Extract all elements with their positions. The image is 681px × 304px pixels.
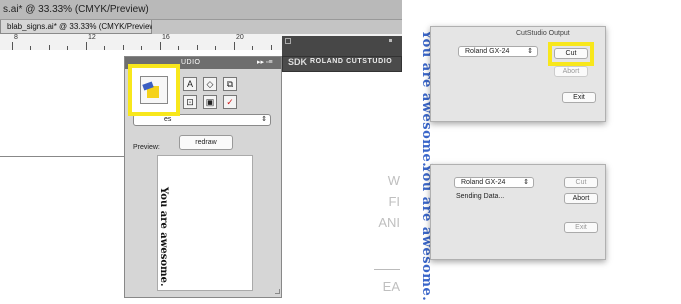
- ruler-tick: [160, 42, 161, 50]
- tool-resize-icon[interactable]: ⊡: [183, 95, 197, 109]
- frame-icon[interactable]: ▣: [203, 95, 217, 109]
- art-line: FI: [388, 194, 400, 209]
- select-arrow-icon: ⇕: [523, 179, 529, 186]
- ruler-number: 8: [14, 34, 18, 41]
- artwork-text: W FI ANI EA: [370, 170, 400, 297]
- art-line: ANI: [378, 215, 400, 230]
- dark-panel-header: [282, 36, 402, 56]
- resize-grip-icon[interactable]: [275, 289, 280, 294]
- cutstudio-plugin-icon: [140, 76, 168, 104]
- sdk-panel-title: ROLAND CUTSTUDIO: [310, 58, 393, 65]
- abort-button[interactable]: Abort: [554, 66, 588, 77]
- document-tab[interactable]: blab_signs.ai* @ 33.33% (CMYK/Preview): [0, 20, 158, 34]
- redraw-button[interactable]: redraw: [179, 135, 233, 150]
- ruler-number: 20: [236, 34, 244, 41]
- preview-label: Preview:: [133, 144, 160, 151]
- window-title: s.ai* @ 33.33% (CMYK/Preview): [0, 0, 402, 20]
- device-select-value: Roland GX-24: [465, 48, 510, 55]
- ruler-number: 16: [162, 34, 170, 41]
- device-select[interactable]: Roland GX-24 ⇕: [458, 46, 538, 57]
- panel-menu-icon[interactable]: ▸▸ ▫≡: [257, 57, 273, 69]
- select-arrow-icon: ⇕: [261, 116, 267, 123]
- dialog-title: CutStudio Output: [516, 30, 570, 37]
- cut-highlight: [548, 42, 594, 66]
- status-text: Sending Data...: [456, 193, 505, 200]
- ruler-tick: [12, 42, 13, 50]
- cut-button-disabled[interactable]: Cut: [564, 177, 598, 188]
- diamond-icon[interactable]: ◇: [203, 77, 217, 91]
- ruler-number: 12: [88, 34, 96, 41]
- exit-button[interactable]: Exit: [562, 92, 596, 103]
- tool-a-icon[interactable]: A: [183, 77, 197, 91]
- select-arrow-icon: ⇕: [527, 48, 533, 55]
- sdk-logo: SDK: [288, 57, 308, 67]
- preview-text: You are awesome.: [158, 187, 169, 287]
- tab-strip: [152, 20, 402, 35]
- cutstudio-plugin-button[interactable]: [128, 64, 180, 116]
- shapes-icon[interactable]: ⧉: [223, 77, 237, 91]
- checkmark-icon[interactable]: ✓: [223, 95, 237, 109]
- ruler-tick: [86, 42, 87, 50]
- art-line: EA: [382, 279, 400, 294]
- panel-collapse-icon[interactable]: [389, 39, 392, 42]
- panel-close-icon[interactable]: [285, 38, 291, 44]
- art-line: W: [387, 173, 400, 188]
- abort-button[interactable]: Abort: [564, 193, 598, 204]
- panel-title: UDIO: [181, 59, 201, 66]
- artboard-divider: [0, 156, 125, 157]
- preview-area: [157, 155, 253, 291]
- device-select-value: Roland GX-24: [461, 179, 506, 186]
- art-divider: [374, 233, 400, 270]
- select-value: es: [164, 116, 172, 123]
- exit-button-disabled[interactable]: Exit: [564, 222, 598, 233]
- ruler-tick: [234, 42, 235, 50]
- device-select[interactable]: Roland GX-24 ⇕: [454, 177, 534, 188]
